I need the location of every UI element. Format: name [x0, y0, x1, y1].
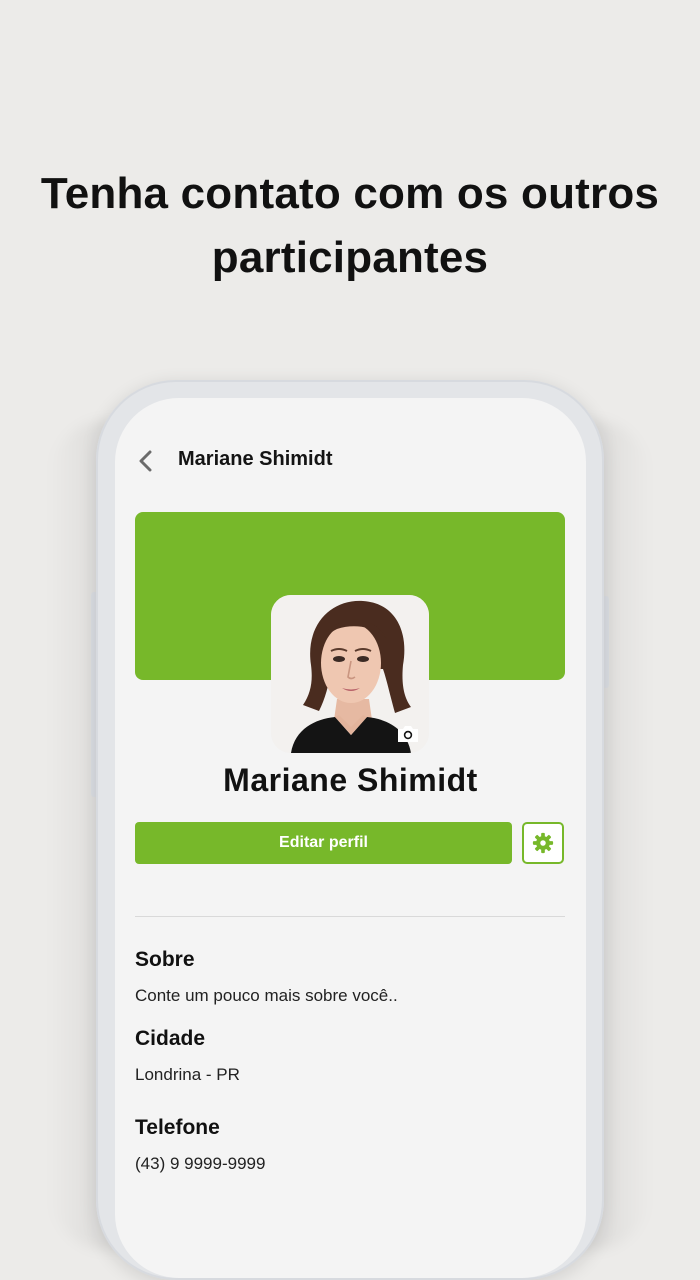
chevron-left-icon [139, 450, 152, 472]
back-button[interactable] [133, 448, 159, 474]
about-label: Sobre [135, 948, 195, 971]
promo-headline: Tenha contato com os outros participante… [0, 162, 700, 290]
avatar[interactable] [271, 595, 429, 753]
section-divider [135, 916, 565, 917]
edit-profile-button[interactable]: Editar perfil [135, 822, 512, 864]
about-value: Conte um pouco mais sobre você.. [135, 986, 398, 1005]
camera-icon [398, 726, 418, 742]
gear-icon [532, 832, 554, 854]
city-value: Londrina - PR [135, 1065, 240, 1084]
phone-label: Telefone [135, 1116, 220, 1139]
phone-value: (43) 9 9999-9999 [135, 1154, 266, 1173]
phone-screen: Mariane Shimidt Mariane Shimidt Editar p… [115, 398, 586, 1278]
promo-headline-line1: Tenha contato com os outros [40, 169, 660, 218]
promo-headline-line2: participantes [211, 233, 489, 282]
change-photo-button[interactable] [391, 719, 425, 749]
profile-name: Mariane Shimidt [223, 762, 478, 798]
top-bar: Mariane Shimidt [115, 438, 586, 482]
city-label: Cidade [135, 1027, 206, 1050]
settings-button[interactable] [522, 822, 564, 864]
page-title: Mariane Shimidt [178, 448, 333, 470]
